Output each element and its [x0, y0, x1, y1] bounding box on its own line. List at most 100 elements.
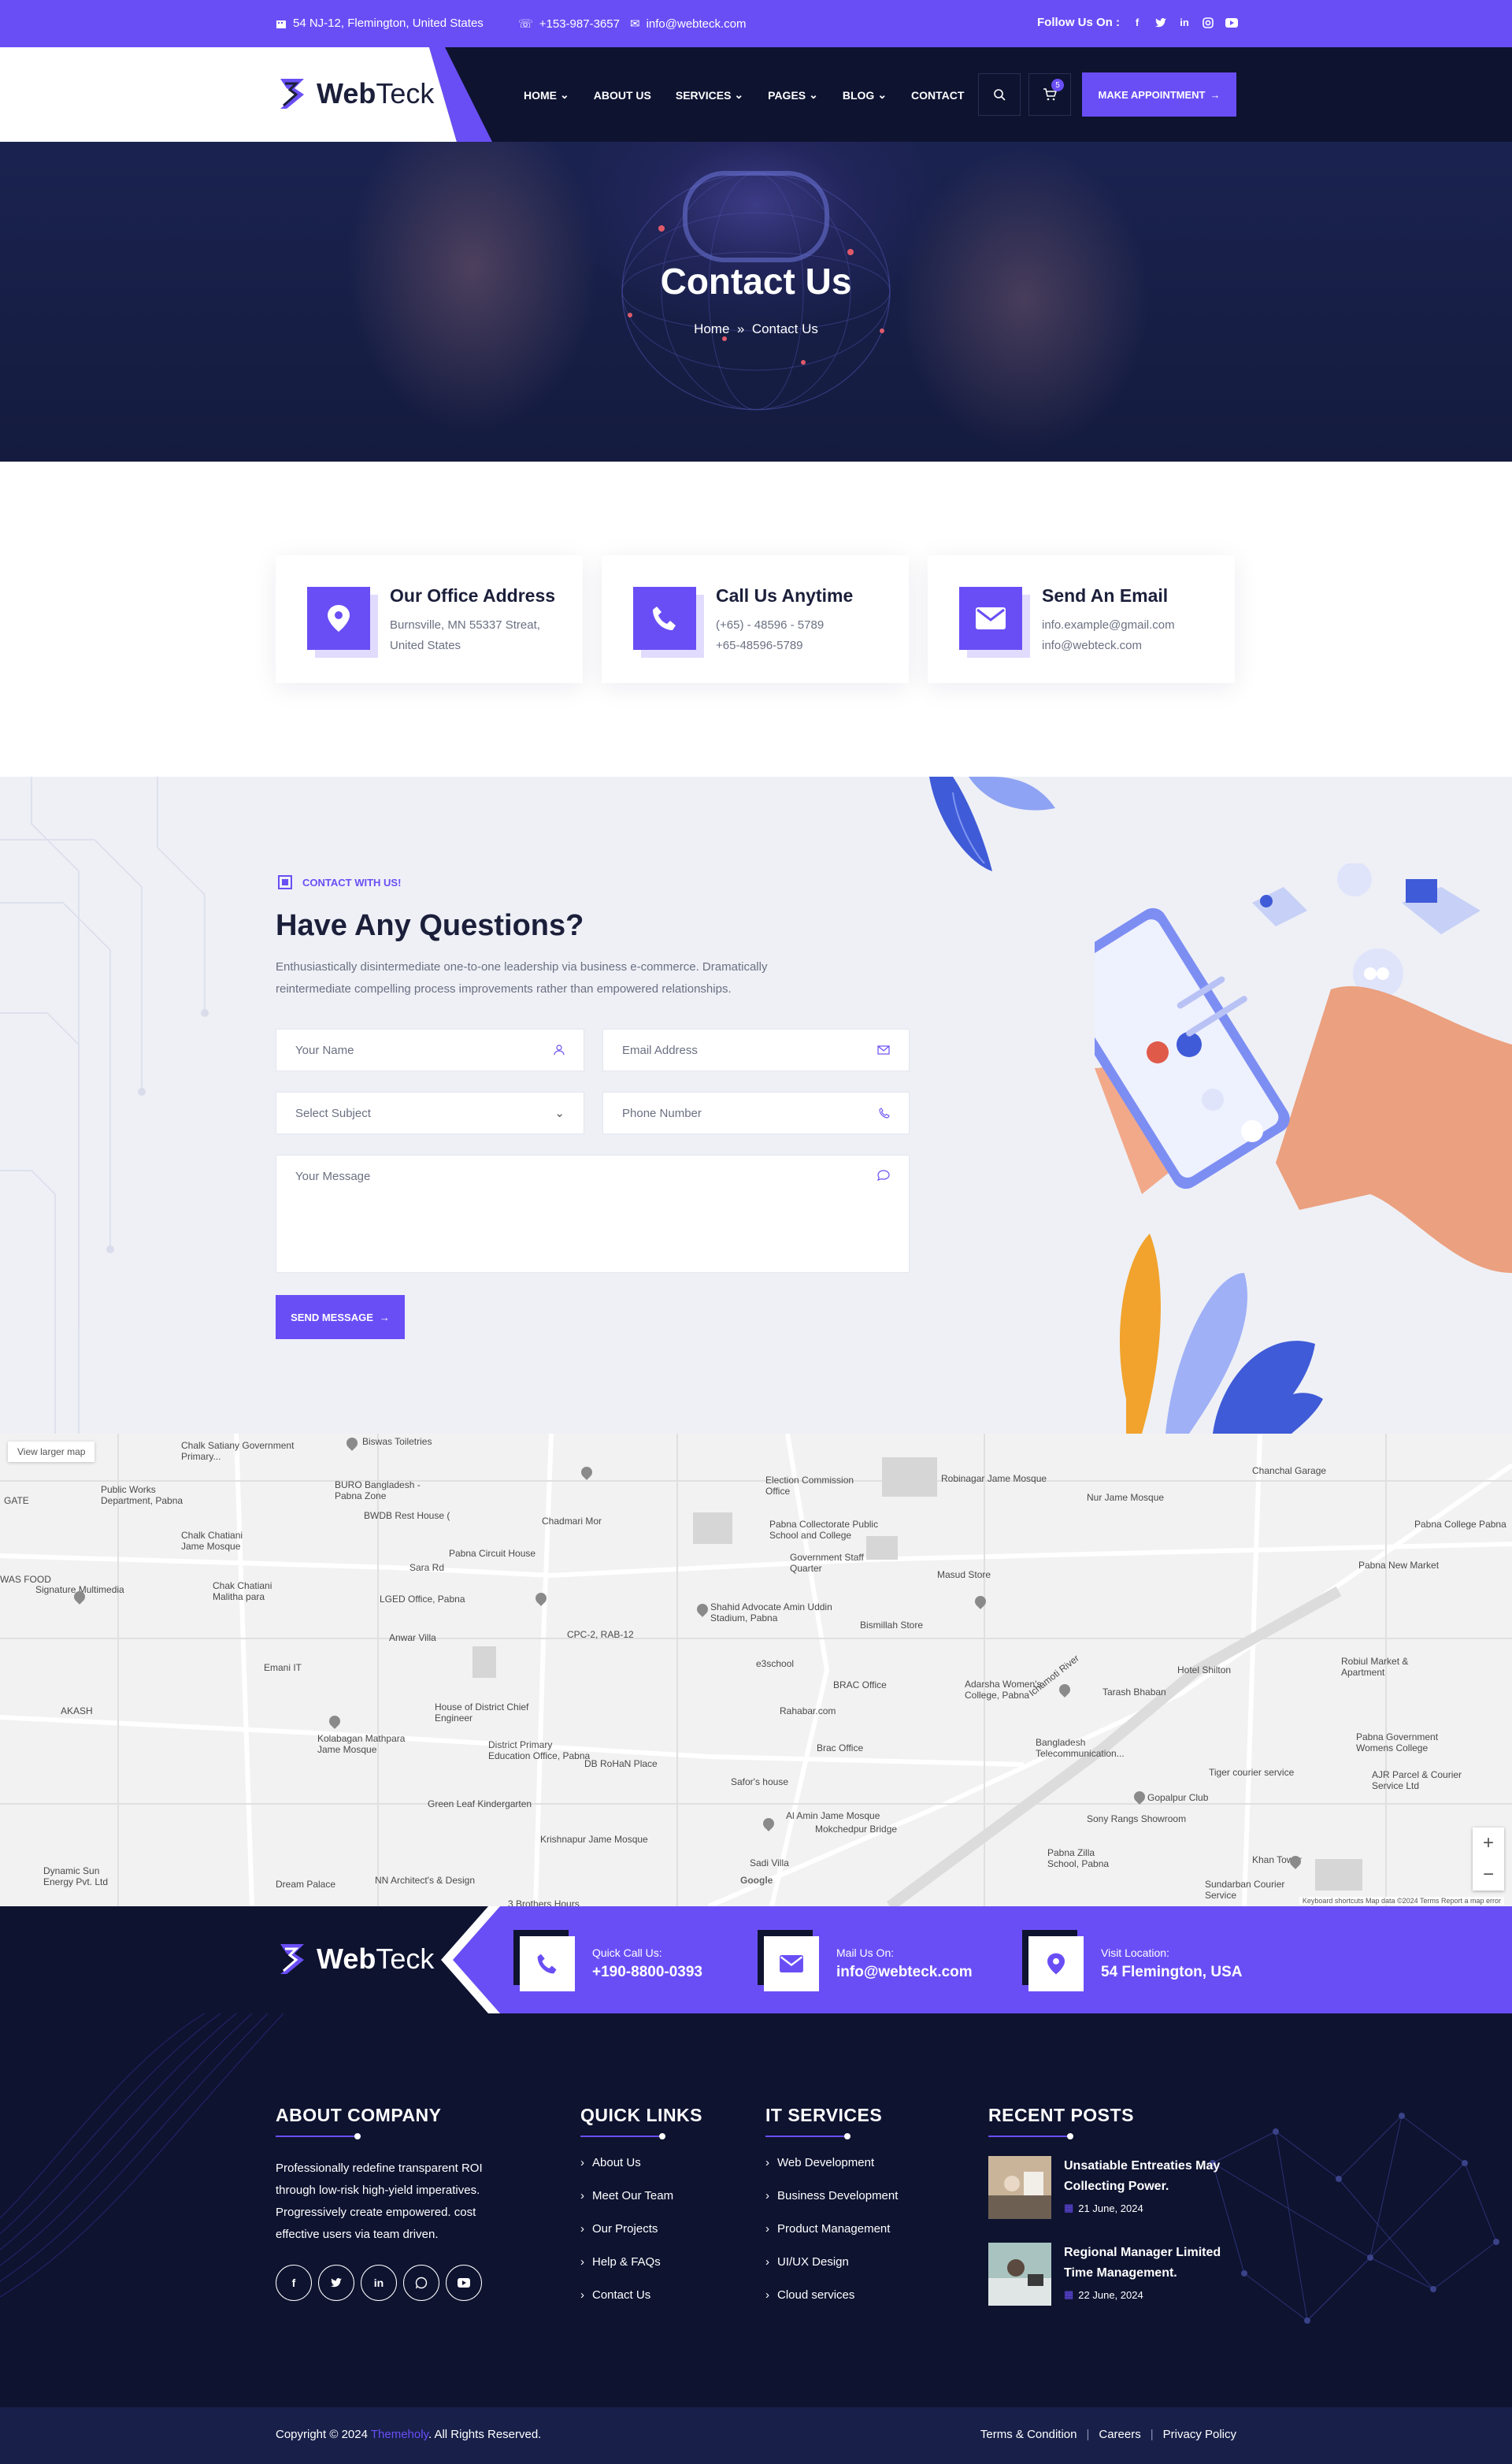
post-title[interactable]: Unsatiable Entreaties May Collecting Pow…: [1064, 2156, 1245, 2197]
email-field[interactable]: Email Address: [602, 1029, 910, 1071]
nav-contact[interactable]: CONTACT: [911, 88, 964, 102]
footer-logo[interactable]: WebTeck: [276, 1941, 434, 1977]
logo-text-teck: Teck: [376, 1943, 435, 1975]
location-pin-icon: [307, 587, 370, 650]
chevron-right-icon: ›: [765, 2189, 769, 2202]
arrow-right-icon: →: [1210, 88, 1221, 101]
careers-link[interactable]: Careers: [1099, 2428, 1140, 2441]
nav-pages[interactable]: PAGES ⌄: [768, 88, 818, 102]
arrow-right-icon: →: [379, 1311, 390, 1323]
map-place-label: District Primary Education Office, Pabna: [488, 1739, 591, 1761]
zoom-in-icon[interactable]: +: [1483, 1832, 1494, 1854]
footer-link[interactable]: › Cloud services: [765, 2288, 898, 2321]
zoom-out-icon[interactable]: −: [1483, 1864, 1494, 1886]
nav-about[interactable]: ABOUT US: [594, 88, 651, 102]
webteck-logo-icon: [280, 79, 304, 109]
post-thumbnail[interactable]: [988, 2156, 1051, 2219]
topbar-phone[interactable]: ☏ +153-987-3657: [518, 17, 620, 32]
heading-underline: [988, 2133, 1073, 2139]
map-place-label: Pabna Government Womens College: [1356, 1731, 1439, 1753]
footer-link[interactable]: › Business Development: [765, 2189, 898, 2222]
message-textarea[interactable]: Your Message: [276, 1155, 910, 1273]
send-message-button[interactable]: SEND MESSAGE →: [276, 1295, 405, 1339]
map-place-label: House of District Chief Engineer: [435, 1701, 529, 1724]
twitter-icon[interactable]: [318, 2265, 354, 2301]
footer-heading: ABOUT COMPANY: [276, 2105, 442, 2125]
brand-link[interactable]: Themeholy: [371, 2428, 428, 2441]
topbar-email-text[interactable]: info@webteck.com: [647, 17, 747, 31]
card-line-2[interactable]: info@webteck.com: [1042, 639, 1142, 652]
instagram-icon[interactable]: [1202, 17, 1214, 29]
phone-field[interactable]: Phone Number: [602, 1092, 910, 1134]
footer-link[interactable]: › Help & FAQs: [580, 2255, 702, 2288]
follow-label: Follow Us On :: [1037, 16, 1120, 29]
card-line-1[interactable]: (+65) - 48596 - 5789: [716, 618, 824, 632]
twitter-icon[interactable]: [1154, 17, 1167, 29]
map-place-label: Al Amin Jame Mosque: [786, 1810, 880, 1821]
map-place-label: Nur Jame Mosque: [1087, 1492, 1165, 1503]
map-place-label: Bangladesh Telecommunication...: [1036, 1737, 1125, 1759]
nav-blog[interactable]: BLOG ⌄: [843, 88, 887, 102]
footer-link[interactable]: › Web Development: [765, 2156, 898, 2189]
cta-location[interactable]: Visit Location: 54 Flemington, USA: [1028, 1936, 1242, 1991]
breadcrumb-home[interactable]: Home: [694, 321, 729, 336]
youtube-icon[interactable]: [446, 2265, 482, 2301]
subject-select[interactable]: Select Subject ⌄: [276, 1092, 584, 1134]
footer-socials: f in: [276, 2265, 504, 2301]
nav-services[interactable]: SERVICES ⌄: [676, 88, 743, 102]
footer-link[interactable]: › About Us: [580, 2156, 702, 2189]
view-larger-map-link[interactable]: View larger map: [8, 1442, 95, 1462]
map-place-label: Green Leaf Kindergarten: [428, 1798, 532, 1809]
cta-mail[interactable]: Mail Us On: info@webteck.com: [764, 1936, 973, 1991]
privacy-link[interactable]: Privacy Policy: [1163, 2428, 1236, 2441]
site-logo[interactable]: WebTeck: [276, 76, 434, 112]
map-zoom-control[interactable]: + −: [1473, 1828, 1504, 1891]
name-field[interactable]: Your Name: [276, 1029, 584, 1071]
separator: |: [1086, 2428, 1090, 2441]
topbar-phone-text[interactable]: +153-987-3657: [539, 17, 620, 31]
post-thumbnail[interactable]: [988, 2243, 1051, 2306]
user-icon: [554, 1045, 565, 1056]
youtube-icon[interactable]: [1225, 17, 1238, 29]
map-place-label: Tiger courier service: [1209, 1767, 1295, 1778]
footer-link[interactable]: › UI/UX Design: [765, 2255, 898, 2288]
map-place-label: Masud Store: [937, 1569, 991, 1580]
facebook-icon[interactable]: f: [276, 2265, 312, 2301]
heading-underline: [580, 2133, 665, 2139]
footer-link[interactable]: › Meet Our Team: [580, 2189, 702, 2222]
nav-home[interactable]: HOME ⌄: [524, 88, 569, 102]
terms-link[interactable]: Terms & Condition: [980, 2428, 1077, 2441]
search-button[interactable]: [978, 73, 1021, 116]
footer-heading: IT SERVICES: [765, 2105, 883, 2125]
recent-post[interactable]: Regional Manager Limited Time Management…: [988, 2243, 1245, 2310]
topbar-email[interactable]: ✉ info@webteck.com: [630, 17, 747, 32]
map-roads: [0, 1434, 1512, 1906]
chevron-right-icon: ›: [580, 2156, 584, 2169]
map-place-label: Public Works Department, Pabna: [101, 1484, 183, 1506]
chevron-right-icon: ›: [765, 2255, 769, 2269]
map-place-label: Robinagar Jame Mosque: [941, 1473, 1047, 1484]
linkedin-icon[interactable]: in: [1178, 17, 1191, 29]
map-place-label: Pabna Collectorate Public School and Col…: [769, 1519, 879, 1541]
footer-link[interactable]: › Product Management: [765, 2222, 898, 2255]
make-appointment-button[interactable]: MAKE APPOINTMENT →: [1082, 72, 1236, 117]
map-place-label: Robiul Market & Apartment: [1341, 1656, 1409, 1678]
facebook-icon[interactable]: f: [1131, 17, 1143, 29]
about-text: Professionally redefine transparent ROI …: [276, 2162, 483, 2241]
footer-link[interactable]: › Contact Us: [580, 2288, 702, 2321]
map-place-label: Chadmari Mor: [542, 1516, 602, 1527]
linkedin-icon[interactable]: in: [361, 2265, 397, 2301]
card-line-2[interactable]: +65-48596-5789: [716, 639, 803, 652]
map-place-label: Chak Chatiani Malitha para: [213, 1580, 272, 1602]
cta-quick-call[interactable]: Quick Call Us: +190-8800-0393: [520, 1936, 702, 1991]
card-line-1[interactable]: info.example@gmail.com: [1042, 618, 1175, 632]
contact-cta-bar: WebTeck Quick Call Us: +190-8800-0393 Mai…: [0, 1906, 1512, 2013]
recent-post[interactable]: Unsatiable Entreaties May Collecting Pow…: [988, 2156, 1245, 2224]
location-map[interactable]: View larger map Biswas Toiletries Chalk …: [0, 1434, 1512, 1906]
cart-button[interactable]: 5: [1028, 73, 1071, 116]
whatsapp-icon[interactable]: [403, 2265, 439, 2301]
footer-link[interactable]: › Our Projects: [580, 2222, 702, 2255]
post-title[interactable]: Regional Manager Limited Time Management…: [1064, 2243, 1245, 2284]
topbar-address-text: 54 NJ-12, Flemington, United States: [293, 17, 484, 30]
leaf-decoration: [929, 777, 1055, 871]
